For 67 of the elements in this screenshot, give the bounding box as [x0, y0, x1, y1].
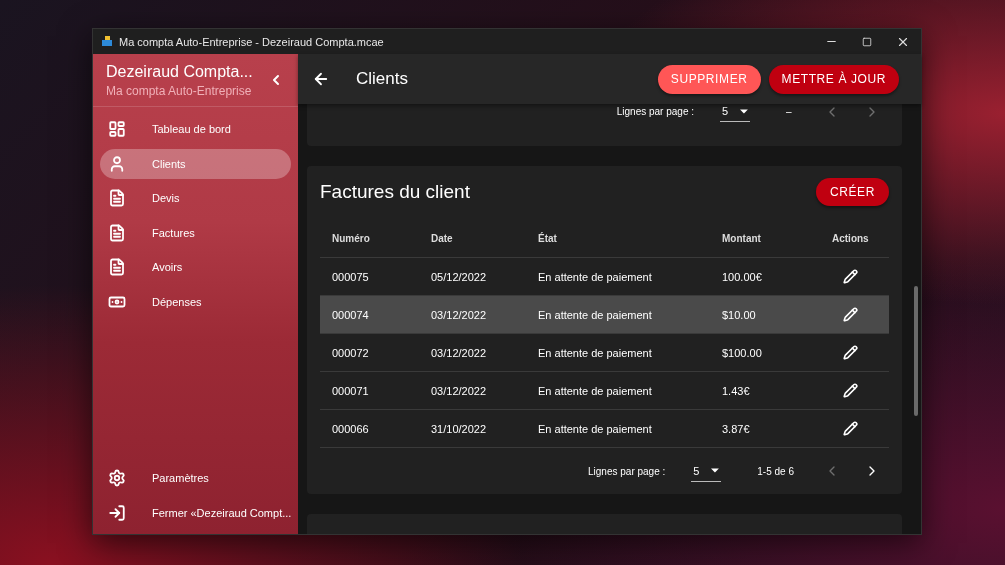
table-cell-text: 000072: [331, 346, 370, 359]
edit-icon[interactable]: [843, 307, 858, 322]
rows-per-page-select[interactable]: 5: [691, 464, 722, 482]
page-title: Clients: [356, 69, 409, 89]
table-cell-text: $10.00: [721, 308, 757, 321]
edit-icon[interactable]: [843, 383, 858, 398]
document-icon: [108, 189, 126, 207]
maximize-icon: [862, 36, 872, 47]
table-cell-text: 000075: [331, 270, 370, 283]
sidebar-item[interactable]: Avoirs: [100, 252, 291, 282]
table-cell-text: 03/12/2022: [430, 308, 488, 321]
back-button[interactable]: [312, 70, 330, 88]
column-header: Actions: [831, 233, 870, 244]
sidebar-item[interactable]: Fermer «Dezeiraud Compt...: [100, 498, 291, 528]
sidebar-item[interactable]: Dépenses: [100, 286, 291, 317]
sidebar-item[interactable]: Devis: [100, 183, 291, 213]
sidebar-item[interactable]: Tableau de bord: [100, 114, 291, 144]
sidebar-item[interactable]: Paramètres: [100, 463, 291, 493]
table-cell-text: En attente de paiement: [537, 346, 653, 359]
edit-icon[interactable]: [843, 345, 858, 360]
exit-icon: [108, 504, 126, 522]
edit-icon[interactable]: [843, 269, 858, 284]
column-header: Numéro: [331, 233, 371, 244]
table-cell-text: 000071: [331, 384, 370, 397]
table-cell-text: 1.43€: [721, 384, 751, 397]
scrollbar[interactable]: [914, 286, 918, 416]
table-cell-text: 03/12/2022: [430, 346, 488, 359]
edit-icon[interactable]: [843, 421, 858, 436]
rows-per-page-label: Lignes par page :: [588, 465, 666, 477]
table-row[interactable]: 000072 03/12/2022 En attente de paiement $100.00: [320, 334, 889, 372]
window-title: Ma compta Auto-Entreprise - Dezeiraud Compta.mcae: [119, 35, 385, 48]
update-button[interactable]: METTRE À JOUR: [768, 64, 899, 94]
sidebar-title: Dezeiraud Compta...: [106, 62, 254, 81]
table-cell-text: $100.00: [721, 346, 763, 359]
sidebar-item[interactable]: Factures: [100, 217, 291, 248]
sidebar-subtitle: Ma compta Auto-Entreprise: [106, 83, 253, 98]
table-row[interactable]: 000074 03/12/2022 En attente de paiement $10.00: [320, 296, 889, 334]
table-cell-text: 100.00€: [721, 270, 763, 283]
column-header: Montant: [721, 233, 762, 244]
table-cell-text: 000066: [331, 422, 370, 435]
create-button[interactable]: CRÉER: [816, 178, 889, 206]
table-cell-text: 3.87€: [721, 422, 751, 435]
card-title: Factures du client: [320, 181, 470, 203]
table-cell-text: En attente de paiement: [537, 308, 653, 321]
document-icon: [108, 258, 126, 276]
table-cell-text: En attente de paiement: [537, 422, 653, 435]
person-icon: [108, 154, 126, 173]
dropdown-caret-icon: [711, 468, 720, 473]
table-cell-text: 000074: [331, 308, 370, 321]
dropdown-caret-icon: [740, 108, 748, 114]
settings-icon: [108, 469, 126, 487]
table-cell-text: 31/10/2022: [430, 422, 488, 435]
table-cell-text: 03/12/2022: [430, 384, 488, 397]
table-cell-text: 05/12/2022: [430, 270, 488, 283]
app-logo-icon: [101, 36, 113, 47]
table-row[interactable]: 000071 03/12/2022 En attente de paiement 1.43€: [320, 372, 889, 410]
column-header: Date: [430, 233, 454, 244]
table-row[interactable]: 000066 31/10/2022 En attente de paiement 3.87€: [320, 410, 889, 448]
page-range: 1-5 de 6: [757, 465, 794, 477]
page-range: –: [786, 106, 793, 117]
column-header: État: [537, 233, 558, 244]
document-icon: [108, 223, 126, 242]
table-cell-text: En attente de paiement: [537, 270, 653, 283]
dashboard-icon: [108, 120, 126, 138]
rows-per-page-label: Lignes par page :: [616, 106, 694, 117]
rows-per-page-select[interactable]: 5: [720, 105, 750, 122]
table-cell-text: En attente de paiement: [537, 384, 653, 397]
